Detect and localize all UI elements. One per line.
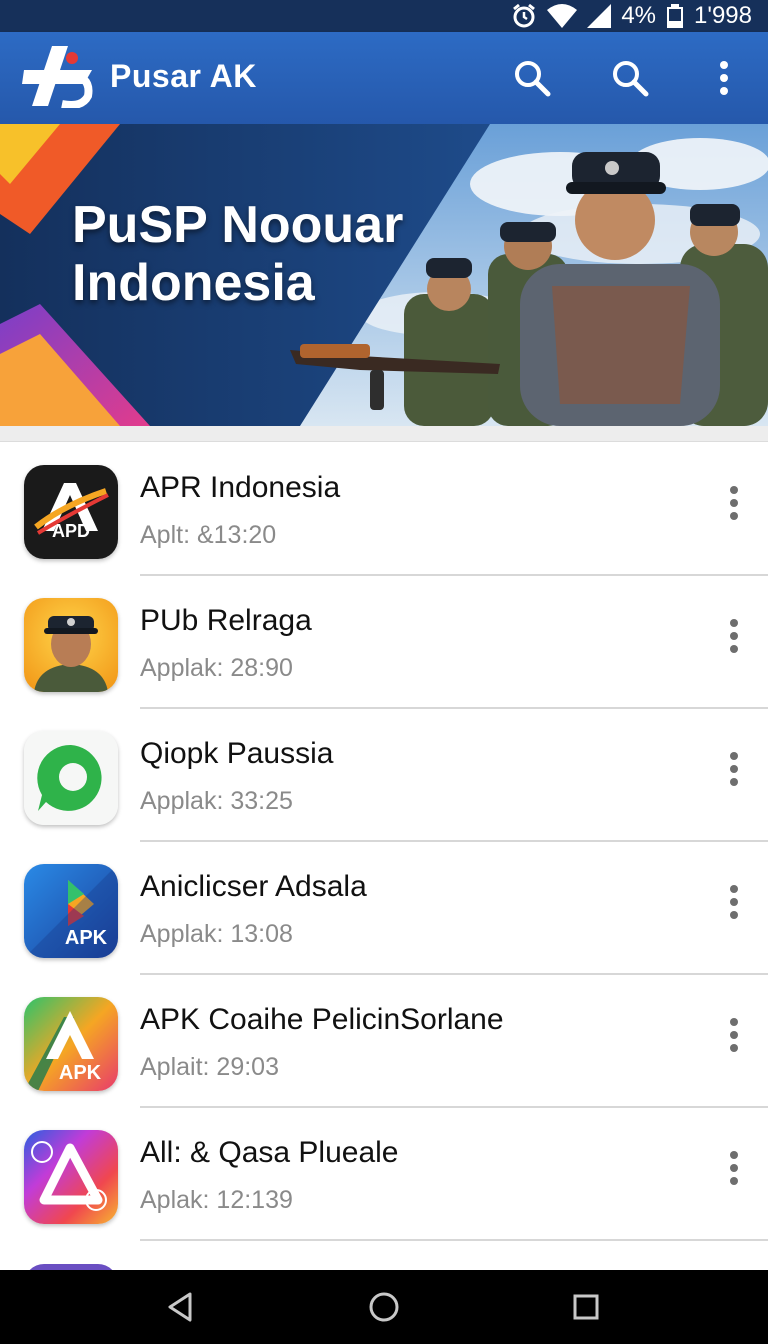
more-vert-icon[interactable]: [712, 747, 756, 791]
home-icon[interactable]: [360, 1283, 408, 1331]
clock: 1'998: [694, 2, 752, 29]
app-name: Aniclicser Adsala: [140, 870, 367, 903]
list-item[interactable]: PUb Relraga Applak: 28:90: [0, 576, 768, 709]
divider: [140, 1239, 768, 1241]
wifi-icon: [547, 4, 578, 28]
app-subtitle: Applak: 28:90: [140, 654, 293, 682]
promo-banner[interactable]: PuSP Noouar Indonesia: [0, 124, 768, 426]
signal-icon: [587, 4, 612, 28]
app-name: All: & Qasa Plueale: [140, 1136, 399, 1169]
list-item[interactable]: APD APR Indonesia Aplt: &13:20: [0, 443, 768, 576]
section-divider: [0, 426, 768, 442]
apk-icon-text: APK: [59, 1062, 102, 1084]
app-subtitle: Applak: 33:25: [140, 787, 293, 815]
apk-icon-text: APK: [65, 927, 108, 949]
app-logo-icon: [22, 44, 94, 109]
apd-icon: APD: [24, 465, 118, 559]
app-bar: Pusar AK: [0, 32, 768, 124]
more-vert-icon[interactable]: [700, 54, 748, 102]
list-item[interactable]: APK Aniclicser Adsala Applak: 13:08: [0, 842, 768, 975]
green-chat-bubble-icon: [24, 731, 118, 825]
recents-icon[interactable]: [562, 1283, 610, 1331]
apk-play-icon: APK: [24, 864, 118, 958]
app-subtitle: Aplak: 12:139: [140, 1186, 293, 1214]
battery-percent: 4%: [621, 2, 657, 29]
list-item[interactable]: All: & Qasa Plueale Aplak: 12:139: [0, 1108, 768, 1241]
status-bar: 4% 1'998: [0, 0, 768, 32]
battery-icon: [666, 4, 684, 28]
app-name: PUb Relraga: [140, 604, 312, 637]
app-name: APK Coaihe PelicinSorlane: [140, 1003, 504, 1036]
banner-headline: PuSP Noouar Indonesia: [72, 196, 403, 312]
search-icon[interactable]: [606, 54, 654, 102]
app-name: APR Indonesia: [140, 471, 341, 504]
list-item[interactable]: Qiopk Paussia Applak: 33:25: [0, 709, 768, 842]
more-vert-icon[interactable]: [712, 614, 756, 658]
app-subtitle: Aplait: 29:03: [140, 1053, 279, 1081]
more-vert-icon[interactable]: [712, 481, 756, 525]
app-list: APD APR Indonesia Aplt: &13:20 PUb Relra…: [0, 443, 768, 1241]
banner-line-2: Indonesia: [72, 254, 315, 312]
app-title: Pusar AK: [110, 58, 257, 94]
app-name: Qiopk Paussia: [140, 737, 334, 770]
search-icon[interactable]: [508, 54, 556, 102]
back-icon[interactable]: [156, 1283, 204, 1331]
more-vert-icon[interactable]: [712, 880, 756, 924]
more-vert-icon[interactable]: [712, 1146, 756, 1190]
app-subtitle: Aplt: &13:20: [140, 521, 277, 549]
list-item[interactable]: APK APK Coaihe PelicinSorlane Aplait: 29…: [0, 975, 768, 1108]
banner-line-1: PuSP Noouar: [72, 196, 404, 254]
alarm-icon: [511, 3, 537, 29]
soldier-portrait-icon: [24, 598, 118, 692]
system-nav-bar: [0, 1270, 768, 1344]
app-subtitle: Applak: 13:08: [140, 920, 293, 948]
list-item-partial[interactable]: [0, 1242, 768, 1270]
apd-icon-text: APD: [52, 521, 90, 541]
apk-gradient-icon: APK: [24, 997, 118, 1091]
colorful-triangle-icon: [24, 1130, 118, 1224]
more-vert-icon[interactable]: [712, 1013, 756, 1057]
